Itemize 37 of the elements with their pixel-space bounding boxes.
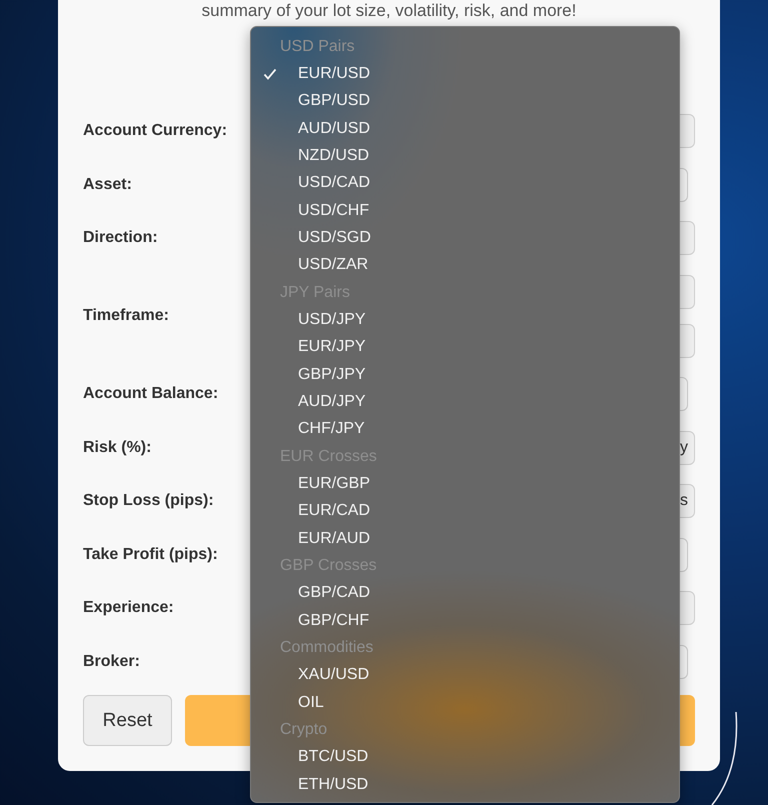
intro-text: summary of your lot size, volatility, risk, and more! [200, 0, 578, 21]
menu-option[interactable]: GBP/USD [251, 88, 679, 115]
menu-option[interactable]: GBP/CAD [251, 580, 679, 607]
field-label: Broker: [83, 652, 141, 670]
reset-button[interactable]: Reset [83, 695, 172, 746]
field-label: Account Balance: [83, 385, 220, 403]
field-label: Experience: [83, 599, 175, 617]
group-header: USD Pairs [279, 37, 356, 57]
group-header: Crypto [279, 720, 328, 740]
menu-option[interactable]: USD/CHF [251, 196, 679, 224]
menu-option[interactable]: EUR/AUD [251, 524, 679, 552]
menu-option[interactable]: GBP/CHF [251, 606, 679, 634]
field-label: Stop Loss (pips): [83, 492, 215, 510]
menu-option[interactable]: AUD/JPY [251, 388, 679, 416]
menu-option[interactable]: USD/ZAR [251, 252, 679, 279]
menu-option[interactable]: EUR/USD [251, 60, 679, 88]
menu-option[interactable]: OIL [251, 688, 679, 716]
field-label: Asset: [83, 176, 133, 194]
menu-option[interactable]: EUR/GBP [251, 470, 679, 498]
field-label: Account Currency: [83, 122, 228, 140]
menu-option[interactable]: USD/JPY [251, 306, 679, 334]
group-header: Commodities [279, 638, 374, 658]
menu-option[interactable]: AUD/USD [251, 114, 679, 142]
menu-option[interactable]: NZD/USD [251, 142, 679, 170]
menu-option[interactable]: ETH/USD [251, 770, 679, 798]
menu-option[interactable]: EUR/JPY [251, 334, 679, 361]
menu-option[interactable]: XAU/USD [251, 662, 679, 689]
menu-option[interactable]: USD/SGD [251, 224, 679, 252]
menu-option[interactable]: GBP/JPY [251, 360, 679, 388]
field-label: Take Profit (pips): [83, 546, 219, 564]
menu-option[interactable]: USD/CAD [251, 170, 679, 197]
menu-option[interactable]: BTC/USD [251, 744, 679, 771]
menu-option[interactable]: EUR/CAD [251, 498, 679, 525]
field-label: Direction: [83, 229, 159, 247]
field-label: Timeframe: [83, 307, 170, 325]
menu-option[interactable]: CHF/JPY [251, 416, 679, 443]
field-label: Risk (%): [83, 438, 152, 456]
